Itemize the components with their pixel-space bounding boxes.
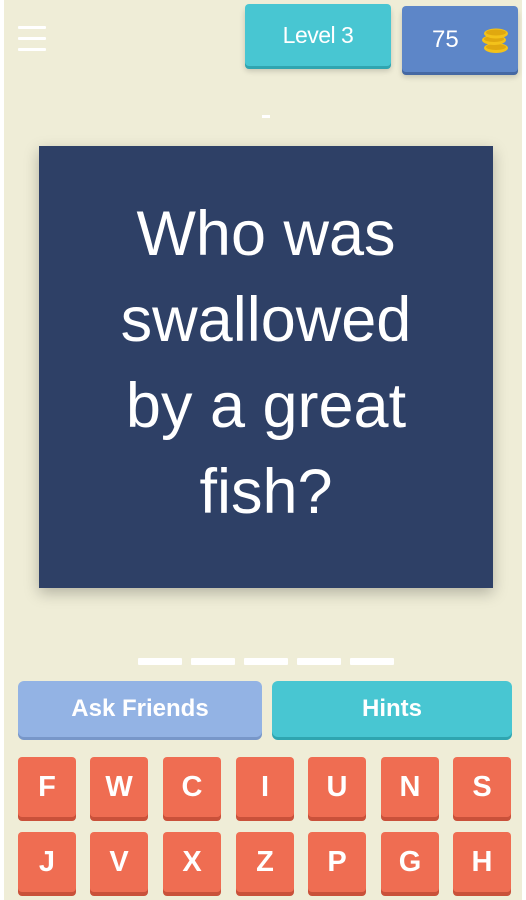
hints-label: Hints (362, 695, 422, 722)
level-label: Level 3 (282, 21, 354, 48)
letter-tile-label: S (472, 770, 492, 803)
letter-tile[interactable]: S (453, 757, 511, 817)
letter-tile[interactable]: W (90, 757, 148, 817)
letter-tile-label: C (181, 770, 203, 803)
letter-tile-label: J (38, 845, 56, 878)
letter-tile[interactable]: C (163, 757, 221, 817)
letter-tile[interactable]: X (163, 832, 221, 892)
game-screen: Level 3 75 Who was swallowed by a great … (4, 0, 522, 900)
letter-tile[interactable]: I (236, 757, 294, 817)
letter-tile[interactable]: G (381, 832, 439, 892)
coins-counter[interactable]: 75 (402, 6, 518, 72)
question-card: Who was swallowed by a great fish? (39, 146, 493, 588)
letter-tile-label: Z (256, 845, 274, 878)
answer-slot[interactable] (191, 658, 235, 665)
letter-tile-label: P (327, 845, 347, 878)
answer-slot[interactable] (350, 658, 394, 665)
letter-tile-label: F (38, 770, 56, 803)
level-badge: Level 3 (245, 4, 391, 66)
ask-friends-label: Ask Friends (71, 695, 209, 722)
letter-tile[interactable]: P (308, 832, 366, 892)
answer-slot[interactable] (244, 658, 288, 665)
question-text: Who was swallowed by a great fish? (86, 191, 446, 535)
letter-tile-label: G (398, 845, 422, 878)
letter-tile-label: X (182, 845, 202, 878)
coins-count: 75 (432, 26, 459, 53)
letter-tile[interactable]: V (90, 832, 148, 892)
hamburger-menu-icon[interactable] (16, 22, 50, 56)
letter-tile[interactable]: F (18, 757, 76, 817)
coin-stack-icon (482, 28, 508, 53)
letter-tile-label: U (326, 770, 348, 803)
question-line: fish? (199, 457, 333, 527)
hints-button[interactable]: Hints (272, 681, 512, 737)
letter-tile-label: H (471, 845, 493, 878)
answer-slot[interactable] (297, 658, 341, 665)
question-line: Who was (136, 199, 396, 269)
letter-tile[interactable]: H (453, 832, 511, 892)
letter-tile[interactable]: J (18, 832, 76, 892)
question-line: swallowed (120, 285, 412, 355)
letter-tile-label: W (105, 770, 133, 803)
answer-slot[interactable] (138, 658, 182, 665)
letter-tile-label: V (109, 845, 129, 878)
letter-tile-label: N (399, 770, 421, 803)
question-line: by a great (125, 371, 407, 441)
divider-mark (262, 115, 270, 118)
letter-tile[interactable]: N (381, 757, 439, 817)
ask-friends-button[interactable]: Ask Friends (18, 681, 262, 737)
letter-tile[interactable]: U (308, 757, 366, 817)
letter-tile-label: I (260, 770, 270, 803)
letter-tile[interactable]: Z (236, 832, 294, 892)
